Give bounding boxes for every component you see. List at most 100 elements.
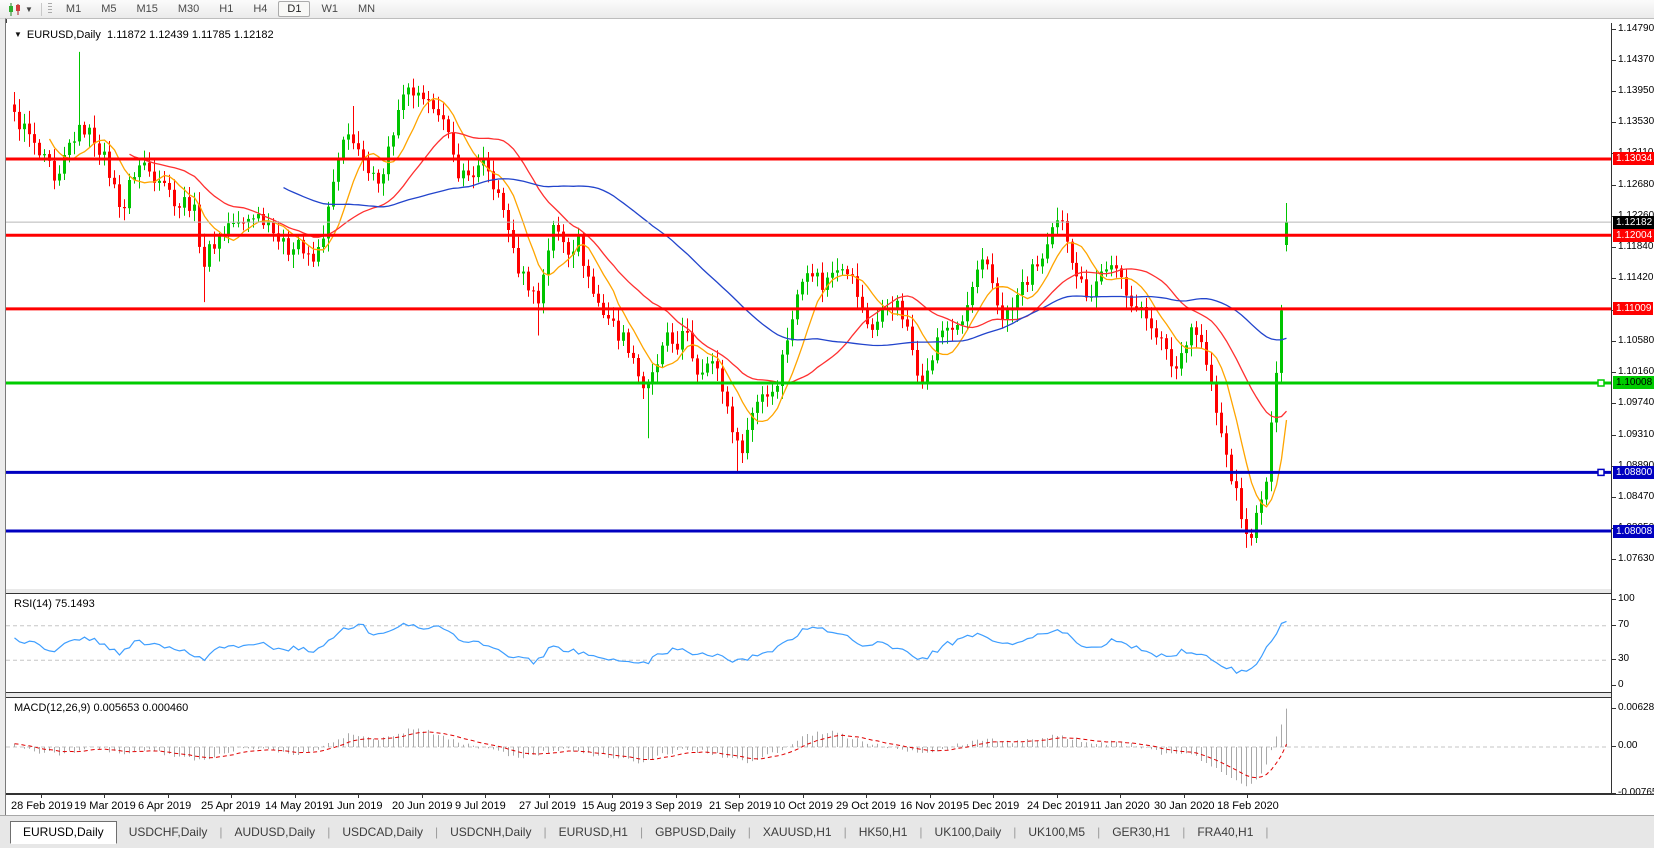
chart-title: ▼ EURUSD,Daily 1.11872 1.12439 1.11785 1.… [14,29,274,41]
line-price-label: 1.12004 [1613,229,1654,242]
date-label: 20 Jun 2019 [392,800,453,812]
axis-tick [1612,29,1616,30]
axis-tick [1612,403,1616,404]
axis-tick [1612,91,1616,92]
date-label: 3 Sep 2019 [646,800,702,812]
timeframe-button-m15[interactable]: M15 [127,1,166,17]
date-label: 1 Jun 2019 [328,800,382,812]
date-axis[interactable]: 28 Feb 201919 Mar 20196 Apr 201925 Apr 2… [6,794,1654,816]
date-label: 10 Oct 2019 [773,800,833,812]
axis-tick [1612,60,1616,61]
timeframe-toolbar: ▼ M1M5M15M30H1H4D1W1MN [0,0,1654,19]
timeframe-buttons: M1M5M15M30H1H4D1W1MN [56,1,385,17]
line-price-label: 1.08800 [1613,466,1654,479]
price-chart-canvas[interactable] [6,23,1611,589]
date-tick [612,795,613,798]
chart-tab-strip: EURUSD,DailyUSDCHF,Daily|AUDUSD,Daily|US… [10,819,1269,843]
tab-usdcad-daily[interactable]: USDCAD,Daily [330,822,435,843]
title-caret-icon[interactable]: ▼ [14,30,22,39]
tab-usdcnh-daily[interactable]: USDCNH,Daily [438,822,543,843]
price-axis-label: 1.11420 [1618,272,1653,283]
axis-tick [1612,599,1616,600]
toolbar-separator [41,3,42,16]
date-label: 27 Jul 2019 [519,800,576,812]
macd-axis-label: 0.00 [1618,740,1637,751]
date-tick [676,795,677,798]
tab-ger30-h1[interactable]: GER30,H1 [1100,822,1182,843]
tab-uk100-daily[interactable]: UK100,Daily [923,822,1014,843]
price-axis-label: 1.10160 [1618,366,1654,377]
date-tick [739,795,740,798]
date-tick [422,795,423,798]
tab-fra40-h1[interactable]: FRA40,H1 [1185,822,1265,843]
rsi-axis-label: 30 [1618,653,1629,664]
rsi-axis-label: 0 [1618,679,1624,690]
rsi-pane: RSI(14) 75.1493 [6,593,1611,693]
date-label: 6 Apr 2019 [138,800,191,812]
date-label: 15 Aug 2019 [582,800,644,812]
main-price-pane: ▼ EURUSD,Daily 1.11872 1.12439 1.11785 1.… [6,23,1611,590]
axis-tick [1612,497,1616,498]
chart-title-symbol: EURUSD,Daily [27,29,101,41]
timeframe-button-h1[interactable]: H1 [210,1,242,17]
axis-tick [1612,435,1616,436]
chart-type-icon[interactable] [6,2,24,16]
macd-canvas[interactable] [6,698,1609,793]
price-axis-label: 1.09740 [1618,397,1654,408]
date-tick [485,795,486,798]
macd-label: MACD(12,26,9) 0.005653 0.000460 [14,702,188,714]
rsi-canvas[interactable] [6,594,1609,692]
price-axis-label: 1.08470 [1618,491,1654,502]
line-price-label: 1.10008 [1613,376,1654,389]
axis-tick [1612,247,1616,248]
tab-gbpusd-daily[interactable]: GBPUSD,Daily [643,822,748,843]
date-tick [803,795,804,798]
tab-xauusd-h1[interactable]: XAUUSD,H1 [751,822,844,843]
tab-uk100-m5[interactable]: UK100,M5 [1016,822,1097,843]
date-label: 21 Sep 2019 [709,800,771,812]
date-tick [1184,795,1185,798]
date-label: 19 Mar 2019 [74,800,136,812]
price-axis-label: 1.14370 [1618,54,1654,65]
timeframe-button-m1[interactable]: M1 [57,1,90,17]
price-axis[interactable]: 1.147901.143701.139501.135301.131101.126… [1611,23,1654,794]
timeframe-button-m5[interactable]: M5 [92,1,125,17]
date-tick [993,795,994,798]
chart-tab-bar: EURUSD,DailyUSDCHF,Daily|AUDUSD,Daily|US… [0,815,1654,848]
toolbar-grip[interactable] [48,3,52,15]
timeframe-button-h4[interactable]: H4 [244,1,276,17]
axis-tick [1612,625,1616,626]
axis-tick [1612,185,1616,186]
line-price-label: 1.13034 [1613,152,1654,165]
chart-title-ohlc: 1.11872 1.12439 1.11785 1.12182 [107,29,274,41]
date-tick [358,795,359,798]
date-tick [231,795,232,798]
macd-pane: MACD(12,26,9) 0.005653 0.000460 [6,697,1611,794]
tab-audusd-daily[interactable]: AUDUSD,Daily [223,822,328,843]
axis-tick [1612,659,1616,660]
timeframe-button-d1[interactable]: D1 [278,1,310,17]
axis-tick [1612,278,1616,279]
tab-hk50-h1[interactable]: HK50,H1 [847,822,920,843]
date-label: 16 Nov 2019 [900,800,962,812]
line-price-label: 1.11009 [1613,302,1653,315]
dropdown-caret-icon[interactable]: ▼ [25,5,33,14]
rsi-label: RSI(14) 75.1493 [14,598,95,610]
date-label: 11 Jan 2020 [1090,800,1150,812]
timeframe-button-w1[interactable]: W1 [312,1,347,17]
price-axis-label: 1.12680 [1618,179,1654,190]
date-tick [549,795,550,798]
timeframe-button-m30[interactable]: M30 [169,1,208,17]
date-label: 18 Feb 2020 [1217,800,1279,812]
rsi-axis-label: 70 [1618,619,1629,630]
date-label: 24 Dec 2019 [1027,800,1089,812]
date-tick [1120,795,1121,798]
tab-eurusd-daily[interactable]: EURUSD,Daily [10,821,117,844]
axis-tick [1612,746,1616,747]
timeframe-button-mn[interactable]: MN [349,1,384,17]
tab-usdchf-daily[interactable]: USDCHF,Daily [117,822,220,843]
date-tick [41,795,42,798]
tab-eurusd-h1[interactable]: EURUSD,H1 [547,822,640,843]
tab-separator: | [1265,822,1268,843]
date-tick [295,795,296,798]
